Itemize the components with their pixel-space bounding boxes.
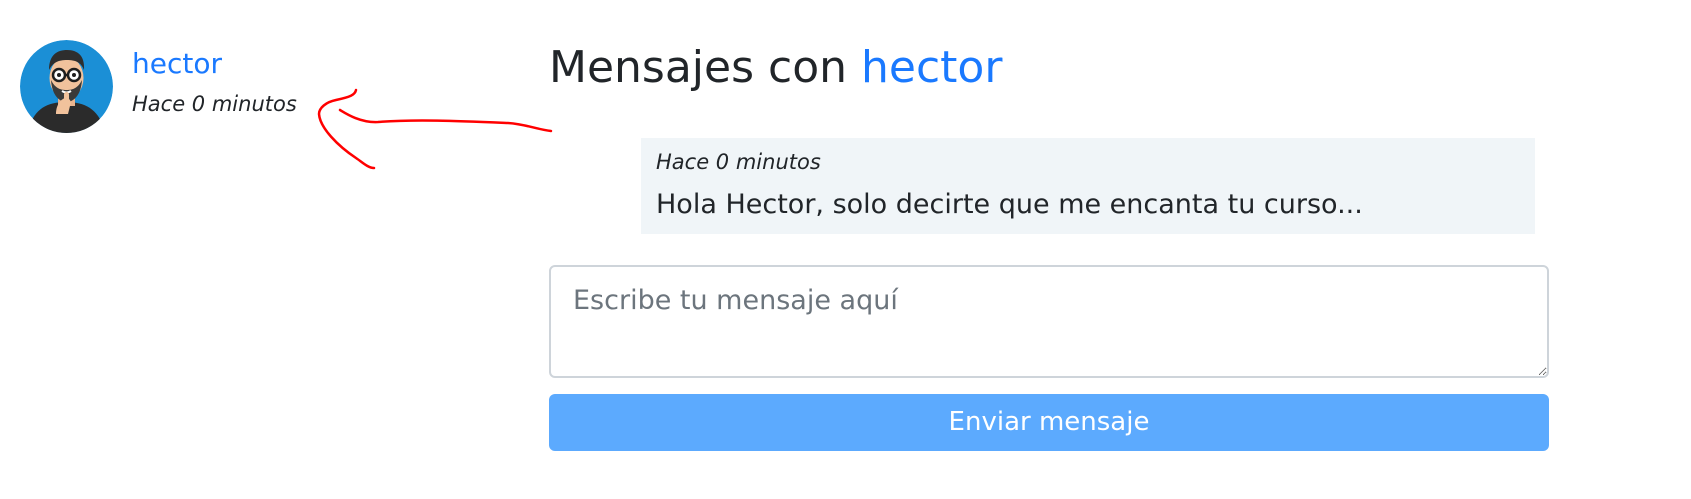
thread-meta: hector Hace 0 minutos	[132, 40, 297, 118]
message-time: Hace 0 minutos	[656, 150, 821, 174]
page-title: Mensajes con hector	[549, 38, 1002, 98]
thread-time: Hace 0 minutos	[132, 92, 297, 116]
message-input[interactable]	[549, 265, 1549, 378]
avatar[interactable]	[20, 40, 113, 133]
avatar-illustration	[20, 40, 113, 133]
message-item: Hace 0 minutos Hola Hector, solo decirte…	[641, 138, 1535, 234]
send-message-button[interactable]: Enviar mensaje	[549, 394, 1549, 451]
message-text: Hola Hector, solo decirte que me encanta…	[656, 189, 1363, 220]
title-username: hector	[861, 42, 1003, 93]
title-prefix: Mensajes con	[549, 42, 848, 93]
messages-page: hector Hace 0 minutos Mensajes con hecto…	[0, 0, 1691, 499]
thread-item-hector[interactable]: hector Hace 0 minutos	[20, 40, 297, 133]
red-arrow-icon	[317, 88, 553, 170]
thread-username-link[interactable]: hector	[132, 46, 297, 82]
